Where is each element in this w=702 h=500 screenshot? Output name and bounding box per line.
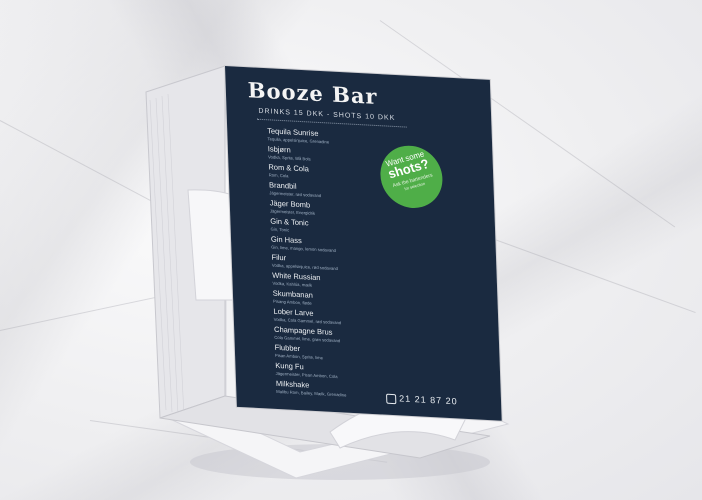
drink-description: Gin, lime, mango, lemon sodavand (271, 244, 336, 253)
drink-description: Gin, Tonic (270, 226, 290, 233)
drink-description: Jägermeister, Energidrik (269, 208, 316, 216)
drink-description: Rom, Cola (268, 172, 289, 179)
drink-description: Pisan Ambon, Sprite, lime (274, 352, 323, 361)
drink-description: Vodka, Cola Gammel, rød sodavand (273, 316, 342, 326)
menu-item: Brandbil Jägermeister, rød sodavand (269, 180, 321, 198)
drink-name: Isbjørn (267, 144, 291, 155)
menu-item: Champagne Brus Cola Gammel, lime, grøn so… (274, 325, 340, 343)
drink-description: Pisang Ambon, fløde (273, 298, 312, 306)
drink-name: Brandbil (268, 180, 297, 191)
menu-item: White Russian Vodka, Kahlúa, mælk (272, 271, 321, 289)
menu-item: Isbjørn Vodka, Sprite, Blå Bols (268, 144, 311, 161)
menu-item: Flubber Pisan Ambon, Sprite, lime (275, 343, 323, 361)
menu-item: Skumbanan Pisang Ambon, fløde (273, 289, 314, 306)
menu-item: Filur Vodka, appelsinjuice, rød sodavand (271, 253, 338, 272)
drink-name: Filur (271, 252, 287, 263)
phone-number: 21 21 87 20 (386, 393, 458, 407)
menu-panel: Booze Bar DRINKS 15 DKK - SHOTS 10 DKK T… (225, 66, 502, 421)
drink-description: Tequila, appelsinjuice, Grenadine (267, 136, 330, 145)
marble-background: Booze Bar DRINKS 15 DKK - SHOTS 10 DKK T… (0, 0, 702, 500)
menu-item: Lober Larve Vodka, Cola Gammel, rød sodav… (273, 307, 341, 326)
drink-description: Malibu Rom, Bailey, Mælk, Grenadine (276, 388, 347, 398)
menu-item: Kung Fu Jägermeister, Pisan Ambon, Cola (275, 361, 337, 379)
shots-badge: Want some shots? Ask the bartenders for … (371, 138, 452, 215)
drink-description: Vodka, Sprite, Blå Bols (267, 154, 311, 162)
menu-item: Gin Hass Gin, lime, mango, lemon sodavand (271, 235, 336, 253)
menu-item: Jäger Bomb Jägermeister, Energidrik (270, 198, 316, 215)
phone-text: 21 21 87 20 (398, 393, 458, 407)
phone-icon (386, 393, 397, 404)
menu-title: Booze Bar (247, 77, 378, 110)
drink-description: Vodka, appelsinjuice, rød sodavand (271, 262, 339, 272)
menu-item: Rom & Cola Rom, Cola (268, 162, 309, 179)
menu-item: Tequila Sunrise Tequila, appelsinjuice, G… (267, 126, 329, 144)
drink-description: Jägermeister, rød sodavand (269, 190, 322, 199)
drink-name: Flubber (274, 342, 301, 354)
drinks-menu-card: Booze Bar DRINKS 15 DKK - SHOTS 10 DKK T… (225, 66, 502, 421)
menu-item: Milkshake Malibu Rom, Bailey, Mælk, Grena… (276, 379, 347, 398)
drink-description: Jägermeister, Pisan Ambon, Cola (275, 370, 338, 380)
drink-name: Gin Hass (270, 234, 302, 246)
drink-name: Milkshake (275, 378, 310, 390)
menu-item: Gin & Tonic Gin, Tonic (270, 216, 309, 233)
drink-name: Kung Fu (275, 360, 304, 372)
